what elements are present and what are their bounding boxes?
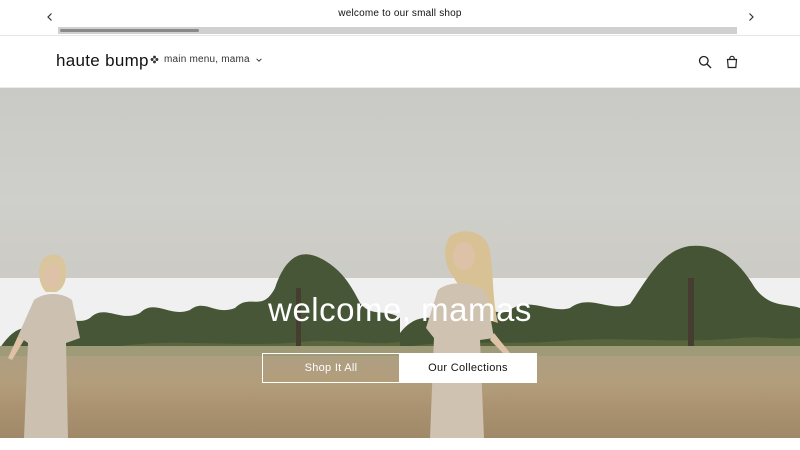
announcement-text: welcome to our small shop [338,8,462,19]
cart-button[interactable] [722,52,742,72]
scrollbar-thumb[interactable] [60,29,199,32]
search-button[interactable] [695,52,715,72]
announcement-bar: welcome to our small shop [0,0,800,36]
chevron-down-icon [256,57,262,62]
cart-icon [726,55,738,69]
chevron-right-icon [749,13,754,21]
hero-banner: welcome, mamas Shop It All Our Collectio… [0,88,800,438]
page-section-below-hero [0,438,800,450]
site-header: haute bump main menu, mama [0,36,800,88]
hero-title: welcome, mamas [268,291,532,328]
main-menu-button[interactable]: main menu, mama [150,54,263,65]
shop-it-all-button[interactable]: Shop It All [262,353,400,383]
flower-icon [150,55,159,64]
announcement-scrollbar[interactable] [58,27,737,34]
hero-image-left [0,88,400,438]
search-icon [698,55,712,69]
hero-image-right [400,88,800,438]
our-collections-button[interactable]: Our Collections [399,353,537,383]
announcement-next-button[interactable] [743,9,759,25]
main-menu-label: main menu, mama [164,54,250,65]
site-logo[interactable]: haute bump [56,51,149,71]
